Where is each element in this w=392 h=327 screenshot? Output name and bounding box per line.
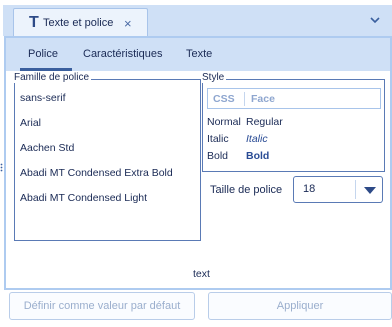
style-face-cell[interactable]: Regular [246,116,283,128]
font-family-legend: Famille de police [14,72,92,83]
column-header-face[interactable]: Face [251,93,275,105]
select-divider [355,180,356,199]
active-tab-indicator [20,68,72,71]
style-css-cell[interactable]: Normal [207,116,241,128]
style-legend: Style [202,72,227,83]
close-icon[interactable]: × [124,16,132,31]
font-size-value: 18 [303,183,316,195]
font-family-item[interactable]: Arial [20,117,41,129]
tab-police[interactable]: Police [28,48,58,60]
column-divider [244,92,245,106]
style-face-cell[interactable]: Italic [246,133,268,145]
font-family-list[interactable]: Famille de police sans-serif Arial Aache… [14,72,201,241]
style-css-cell[interactable]: Bold [207,150,228,162]
font-family-item[interactable]: Abadi MT Condensed Light [20,192,147,204]
document-tab-label: Texte et police [43,17,114,29]
apply-button[interactable]: Appliquer [208,292,392,320]
style-table-header: CSS Face [207,88,381,109]
font-panel: Police Caractéristiques Texte Famille de… [4,36,392,290]
style-css-cell[interactable]: Italic [207,133,229,145]
style-group: Style CSS Face Normal Regular Italic Ita… [202,72,385,172]
column-header-css[interactable]: CSS [213,93,235,105]
tab-texte[interactable]: Texte [186,48,212,60]
resize-grip-icon[interactable] [0,163,3,172]
document-tab[interactable]: T Texte et police × [13,8,148,36]
font-family-item[interactable]: sans-serif [20,92,66,104]
title-bar: T Texte et police × [3,5,392,36]
font-size-select[interactable]: 18 [293,176,383,203]
set-default-button[interactable]: Définir comme valeur par défaut [9,292,195,320]
chevron-down-icon[interactable] [368,13,382,27]
font-family-item[interactable]: Aachen Std [20,142,74,154]
subtab-bar: Police Caractéristiques Texte [6,38,390,71]
style-table: CSS Face Normal Regular Italic Italic Bo… [207,88,381,166]
font-family-item[interactable]: Abadi MT Condensed Extra Bold [20,167,173,179]
tab-caracteristiques[interactable]: Caractéristiques [83,48,162,60]
font-size-label: Taille de police [210,184,283,196]
caret-down-icon[interactable] [364,187,376,194]
preview-text: text [193,268,210,280]
text-icon: T [29,14,39,31]
style-face-cell[interactable]: Bold [246,150,269,162]
